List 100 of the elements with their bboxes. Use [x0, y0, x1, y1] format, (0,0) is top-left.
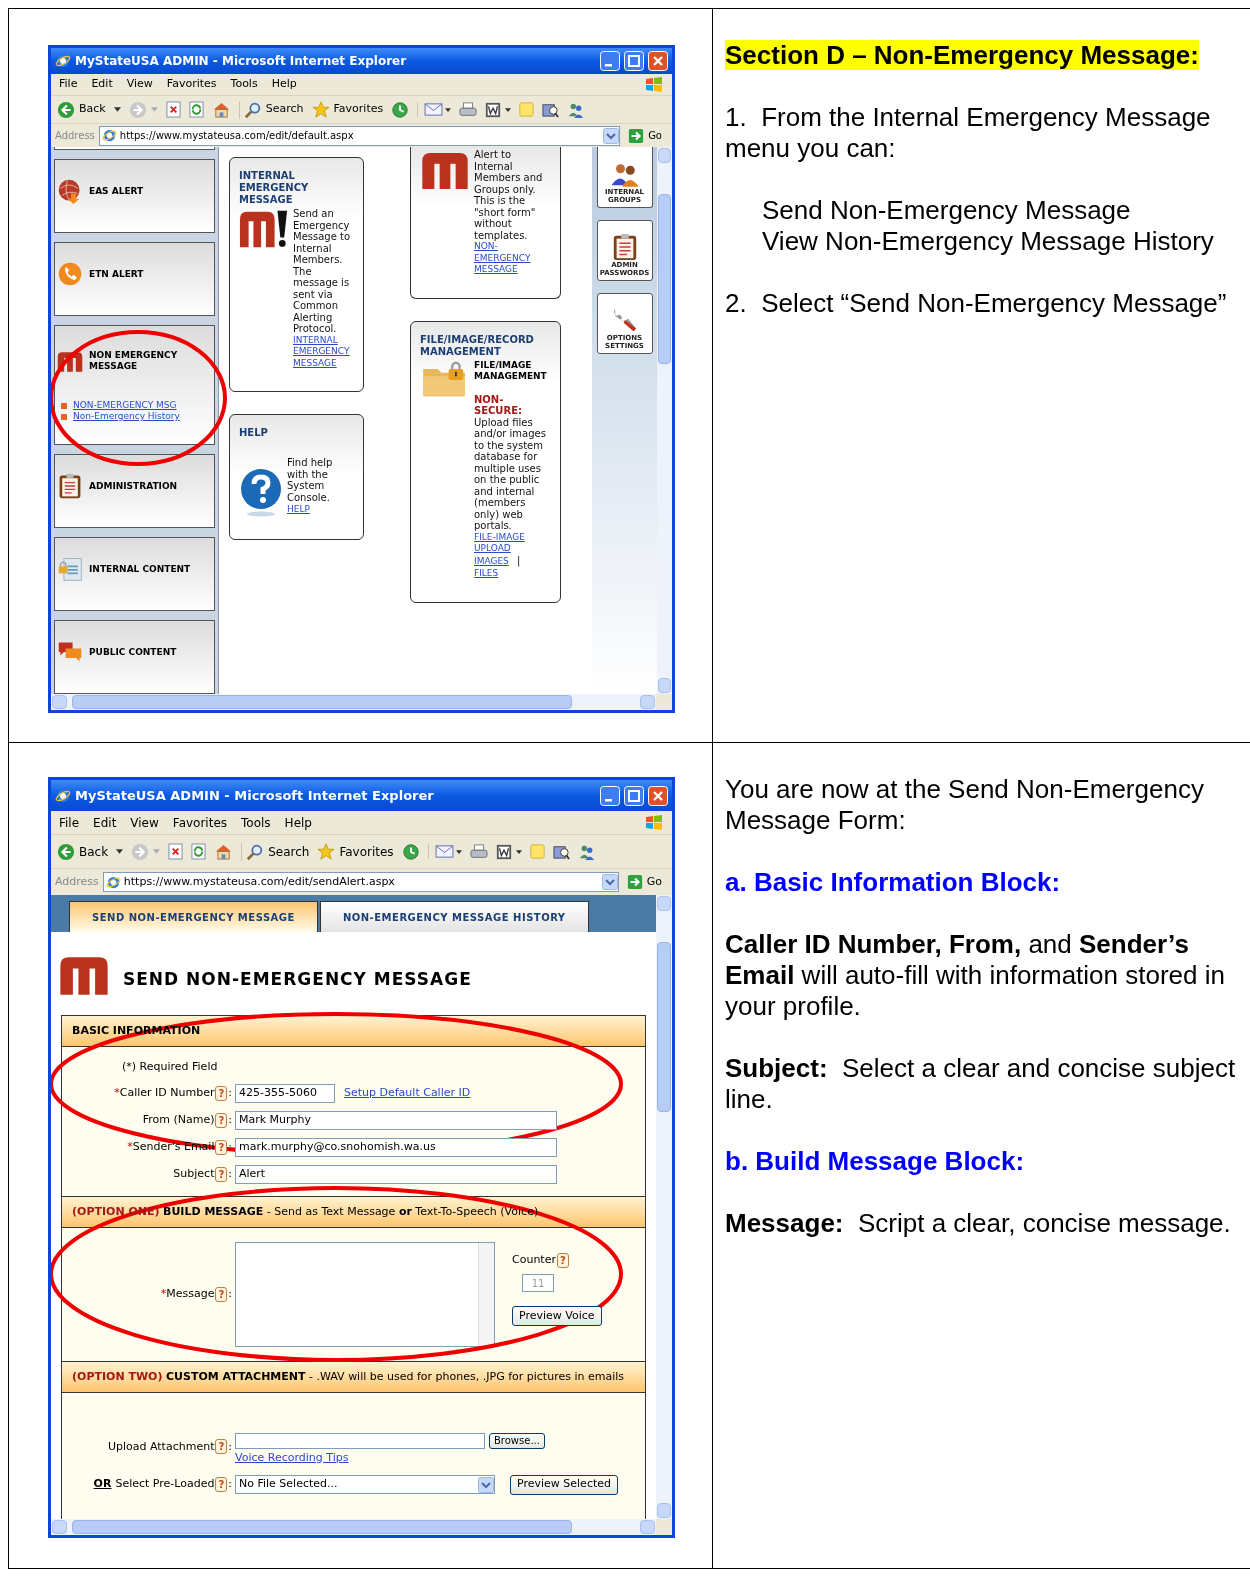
mail-button[interactable] — [427, 844, 462, 859]
or-label: OR — [93, 1476, 112, 1493]
file-select[interactable]: No File Selected... — [235, 1475, 495, 1494]
sidebar-link[interactable]: Non-Emergency History — [73, 411, 180, 422]
sidebar-item[interactable]: INTERNAL CONTENT — [54, 537, 215, 611]
stop-icon[interactable] — [165, 101, 181, 118]
section-title: CUSTOM ATTACHMENT — [165, 1369, 306, 1383]
vertical-scrollbar[interactable] — [656, 895, 672, 1519]
help-button[interactable]: ? — [215, 1477, 228, 1492]
minimize-button[interactable] — [600, 51, 620, 71]
windows-flag-icon — [644, 74, 664, 95]
mail-button[interactable] — [417, 102, 452, 117]
menu-item[interactable]: Help — [271, 76, 297, 93]
close-button[interactable] — [648, 785, 668, 806]
horizontal-scrollbar[interactable] — [51, 1519, 672, 1535]
menu-item[interactable]: Tools — [230, 76, 258, 93]
close-button[interactable] — [648, 51, 668, 71]
printer-icon[interactable] — [459, 101, 478, 118]
block-heading: b. Build Message Block: — [725, 1146, 1026, 1177]
refresh-icon[interactable] — [191, 843, 207, 860]
menu-item[interactable]: File — [59, 76, 78, 93]
text-field[interactable]: Mark Murphy — [235, 1110, 557, 1130]
sidebar-title: ETN ALERT — [89, 268, 145, 280]
block-heading: a. Basic Information Block: — [725, 867, 1062, 898]
card-title: HELP — [239, 427, 269, 439]
help-button[interactable]: ? — [215, 1286, 228, 1302]
status-label: NON-SECURE: — [474, 393, 524, 417]
menu-item[interactable]: Edit — [91, 76, 113, 93]
maximize-button[interactable] — [624, 51, 644, 71]
voice-recording-tips-link[interactable]: Voice Recording Tips — [235, 1450, 349, 1465]
link-separator: | — [517, 554, 521, 566]
menu-item[interactable]: Help — [284, 813, 312, 832]
browse-button[interactable]: Browse... — [489, 1432, 545, 1449]
search-button[interactable]: Search — [241, 842, 310, 861]
horizontal-scrollbar[interactable] — [51, 694, 672, 710]
text-field[interactable]: Alert — [235, 1164, 557, 1184]
maximize-button[interactable] — [624, 785, 644, 806]
menu-item[interactable]: View — [130, 813, 159, 832]
caret-icon — [515, 849, 522, 854]
help-button[interactable]: ? — [215, 1166, 228, 1182]
address-field[interactable]: https://www.mystateusa.com/edit/default.aspx — [98, 125, 621, 146]
text-field[interactable]: 425-355-5060 — [235, 1083, 335, 1103]
help-button[interactable]: ? — [215, 1139, 228, 1155]
go-button[interactable]: Go — [624, 127, 668, 144]
help-button[interactable]: ? — [215, 1085, 228, 1101]
card-link[interactable]: NON-EMERGENCY MESSAGE — [474, 241, 548, 276]
sidebar-item[interactable]: EAS ALERT — [54, 159, 215, 233]
card-link[interactable]: IMAGES — [474, 555, 509, 567]
sidebar-item[interactable]: NON EMERGENCY MESSAGE NON-EMERGENCY MSG Non-Emergency History — [54, 325, 215, 445]
vertical-scrollbar[interactable] — [657, 147, 672, 694]
preview-selected-button[interactable]: Preview Selected — [510, 1474, 618, 1495]
edit-button[interactable] — [495, 843, 522, 860]
caret-icon — [116, 849, 124, 854]
card-link[interactable]: FILE-IMAGE UPLOAD — [474, 531, 548, 555]
preview-voice-button[interactable]: Preview Voice — [512, 1306, 602, 1327]
menu-item[interactable]: View — [126, 76, 153, 93]
refresh-icon[interactable] — [188, 101, 204, 118]
back-button[interactable]: Back — [57, 842, 124, 861]
go-button[interactable]: Go — [622, 873, 668, 891]
printer-icon[interactable] — [469, 843, 488, 860]
tab[interactable]: SEND NON-EMERGENCY MESSAGE — [69, 901, 318, 932]
home-icon[interactable] — [211, 101, 231, 118]
back-button[interactable]: Back — [57, 100, 121, 119]
file-path-field[interactable] — [235, 1432, 485, 1449]
favorites-button[interactable]: Favorites — [311, 100, 384, 119]
message-field[interactable] — [235, 1241, 495, 1347]
menu-item[interactable]: File — [59, 813, 80, 832]
menu-option-text: Send Non-Emergency Message — [762, 195, 1132, 226]
help-button[interactable]: ? — [215, 1112, 228, 1128]
search-button[interactable]: Search — [238, 100, 304, 119]
caret-icon — [455, 849, 462, 854]
edit-button[interactable] — [485, 101, 512, 118]
card-title: INTERNAL EMERGENCY MESSAGE — [239, 170, 310, 206]
text-field[interactable]: mark.murphy@co.snohomish.wa.us — [235, 1137, 557, 1157]
help-button[interactable]: ? — [215, 1439, 228, 1455]
research-icon[interactable] — [552, 843, 570, 860]
sidebar-item[interactable]: ETN ALERT — [54, 242, 215, 316]
minimize-button[interactable] — [600, 785, 620, 806]
sidebar-item[interactable]: PUBLIC CONTENT — [54, 620, 215, 694]
tab[interactable]: NON-EMERGENCY MESSAGE HISTORY — [319, 901, 589, 932]
favorites-button[interactable]: Favorites — [317, 842, 394, 861]
sidebar-item[interactable]: ADMINISTRATION — [54, 454, 215, 528]
section-description: - .WAV will be used for phones, .JPG for pictures in emails — [309, 1368, 624, 1385]
address-field[interactable]: https://www.mystateusa.com/edit/sendAlert.aspx — [102, 872, 619, 892]
card-link[interactable]: FILES — [474, 568, 499, 580]
colon-text: : — [228, 1438, 232, 1455]
card-link[interactable]: INTERNAL EMERGENCY MESSAGE — [293, 334, 352, 369]
sidebar-link[interactable]: NON-EMERGENCY MSG — [73, 400, 177, 411]
menu-item[interactable]: Favorites — [166, 76, 217, 93]
menu-item[interactable]: Tools — [241, 813, 271, 832]
history-icon[interactable] — [401, 842, 420, 861]
research-icon[interactable] — [542, 101, 560, 118]
home-icon[interactable] — [214, 843, 234, 860]
setup-link[interactable]: Setup Default Caller ID — [344, 1084, 471, 1102]
stop-icon[interactable] — [168, 843, 184, 860]
card-title: FILE/IMAGE/RECORD MANAGEMENT — [420, 333, 535, 358]
menu-item[interactable]: Favorites — [172, 813, 228, 832]
history-icon[interactable] — [391, 100, 410, 119]
menu-item[interactable]: Edit — [93, 813, 117, 832]
card-link[interactable]: HELP — [287, 504, 310, 516]
